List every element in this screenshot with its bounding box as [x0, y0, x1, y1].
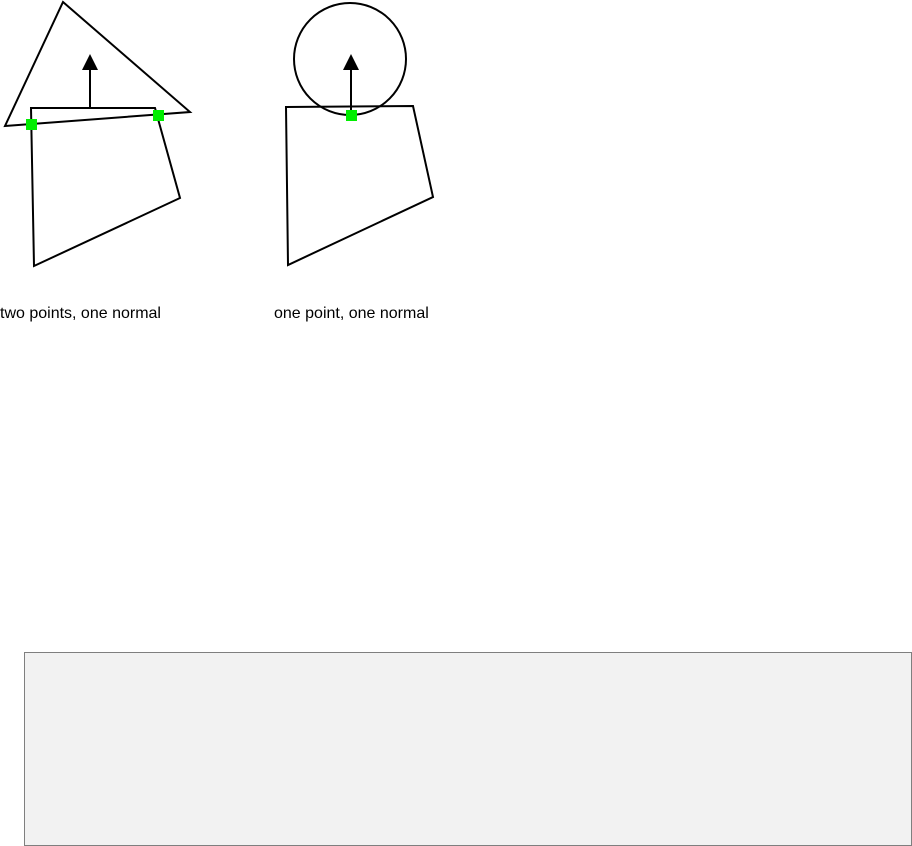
contact-point-right: [346, 110, 357, 121]
empty-note-panel: [24, 652, 912, 846]
contact-point-left-b: [153, 110, 164, 121]
caption-one-point: one point, one normal: [274, 305, 429, 322]
caption-two-points: two points, one normal: [0, 305, 161, 322]
quadrilateral-shape-right: [284, 104, 435, 267]
two-point-contact-figure: two points, one normal: [0, 0, 193, 322]
quadrilateral-shape-left: [29, 107, 182, 268]
contact-point-left-a: [26, 119, 37, 130]
one-point-contact-figure: one point, one normal: [274, 2, 435, 322]
